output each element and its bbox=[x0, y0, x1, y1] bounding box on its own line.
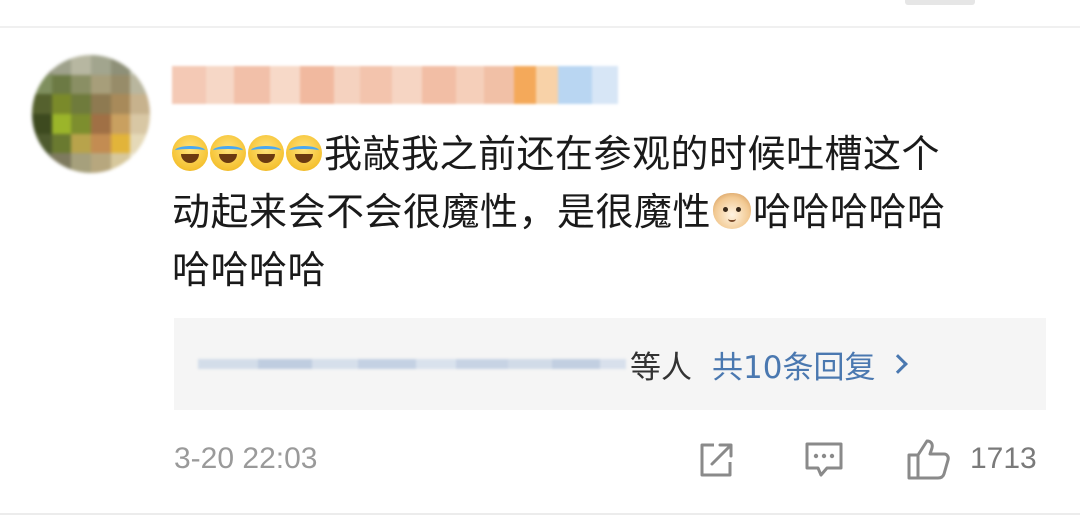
username[interactable] bbox=[172, 66, 618, 104]
thumbs-up-icon[interactable] bbox=[906, 437, 952, 485]
laughing-tears-emoji-icon bbox=[172, 135, 208, 171]
comment-line-2: 动起来会不会很魔性，是很魔性 哈哈哈哈哈 bbox=[172, 183, 1042, 241]
bottom-divider bbox=[0, 513, 1080, 515]
chevron-right-icon[interactable] bbox=[888, 354, 909, 374]
timestamp: 3-20 22:03 bbox=[174, 442, 318, 475]
share-icon[interactable] bbox=[696, 440, 736, 484]
comment-line-2-text-a: 动起来会不会很魔性，是很魔性 bbox=[172, 190, 712, 234]
comment-line-1: 我敲我之前还在参观的时候吐槽这个 bbox=[172, 125, 1042, 183]
avatar[interactable] bbox=[32, 55, 150, 173]
view-replies-link[interactable]: 共10条回复 bbox=[712, 342, 875, 387]
reply-usernames bbox=[198, 350, 626, 378]
laughing-tears-emoji-icon bbox=[210, 135, 246, 171]
reply-others-text: 等人 bbox=[630, 349, 692, 386]
comment-line-2-text-b: 哈哈哈哈哈 bbox=[753, 190, 946, 234]
comment-line-3-text: 哈哈哈哈 bbox=[172, 248, 327, 292]
reply-preview[interactable]: 等人 共10条回复 bbox=[174, 318, 1046, 410]
comment-text: 我敲我之前还在参观的时候吐槽这个 动起来会不会很魔性，是很魔性 哈哈哈哈哈 哈哈哈… bbox=[172, 125, 1042, 299]
comment-line-3: 哈哈哈哈 bbox=[172, 241, 1042, 299]
top-divider bbox=[0, 26, 1080, 28]
like-count: 1713 bbox=[970, 442, 1037, 475]
laughing-tears-emoji-icon bbox=[248, 135, 284, 171]
comment-line-1-text: 我敲我之前还在参观的时候吐槽这个 bbox=[324, 132, 941, 176]
laughing-tears-emoji-icon bbox=[286, 135, 322, 171]
cat-emoji-icon bbox=[713, 193, 752, 229]
top-edge-marker bbox=[905, 0, 975, 5]
comment-icon[interactable] bbox=[803, 440, 845, 484]
